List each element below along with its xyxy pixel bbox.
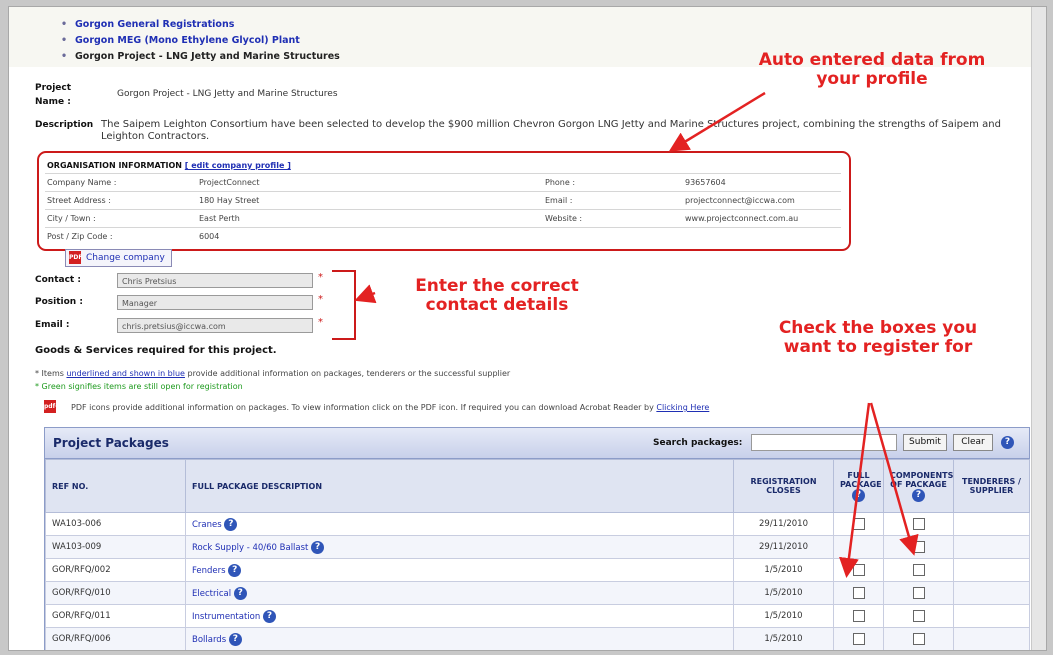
vertical-scrollbar[interactable] [1031, 7, 1046, 650]
arrow-auto-entered [668, 91, 766, 152]
arrow-full-package [839, 402, 871, 578]
arrow-components [869, 402, 919, 556]
page-frame: Gorgon General Registrations Gorgon MEG … [8, 6, 1047, 651]
arrow-contact [354, 284, 377, 304]
annotation-arrows [354, 91, 919, 578]
